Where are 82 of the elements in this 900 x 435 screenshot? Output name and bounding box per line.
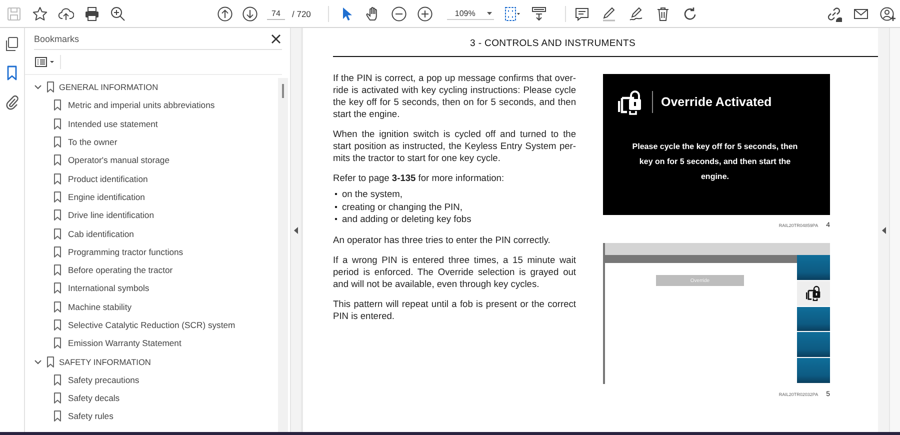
scroll-mode-icon[interactable] bbox=[531, 6, 548, 22]
page-fit-icon[interactable] bbox=[504, 6, 522, 22]
bookmark-icon bbox=[53, 337, 62, 350]
bookmark-icon bbox=[53, 154, 62, 166]
bookmark-icon bbox=[53, 136, 62, 148]
paragraph: This pattern will repeat until a fob is present or the correct PIN is entered. bbox=[333, 298, 576, 322]
paperclip-icon[interactable] bbox=[4, 94, 20, 110]
options-button[interactable] bbox=[35, 55, 61, 69]
cloud-upload-icon[interactable] bbox=[58, 6, 74, 22]
popup-title: Override Activated bbox=[661, 95, 772, 109]
bookmark-item[interactable]: Safety decals bbox=[68, 393, 120, 404]
close-button[interactable] bbox=[270, 32, 282, 44]
bookmark-item[interactable]: Safety precautions bbox=[68, 374, 140, 385]
trash-icon[interactable] bbox=[655, 6, 672, 22]
bookmark-icon bbox=[53, 410, 62, 422]
bookmark-icon bbox=[53, 228, 62, 240]
list-item: and adding or deleting key fobs bbox=[342, 213, 472, 226]
pen-icon[interactable] bbox=[601, 6, 618, 22]
paragraph: Refer to page 3-135 for more information: bbox=[333, 172, 506, 184]
popup-message: Please cycle the key off for 5 seconds, then key on for 5 seconds, and then start the engine. bbox=[632, 141, 798, 183]
bookmark-item[interactable]: To the owner bbox=[68, 137, 118, 148]
rotate-icon[interactable] bbox=[682, 6, 698, 22]
bookmark-icon bbox=[46, 356, 55, 368]
page-header: 3 - CONTROLS AND INSTRUMENTS bbox=[333, 38, 878, 57]
bookmark-item[interactable]: Operator's manual storage bbox=[68, 155, 170, 166]
page-total: / 720 bbox=[292, 8, 311, 18]
bookmark-icon bbox=[53, 99, 62, 112]
list-item: on the system, bbox=[342, 188, 402, 200]
scrollbar[interactable] bbox=[278, 78, 288, 432]
paragraph: An operator has three tries to enter the PIN correctly. bbox=[333, 234, 552, 246]
zoom-dropdown[interactable]: 109% bbox=[446, 8, 494, 20]
tractor-lock-icon bbox=[806, 285, 822, 302]
bookmark-icon bbox=[53, 172, 62, 185]
bookmark-item[interactable]: Engine identification bbox=[68, 192, 145, 202]
bookmark-icon bbox=[53, 392, 62, 404]
bookmark-icon bbox=[53, 374, 62, 386]
bookmark-item[interactable]: GENERAL INFORMATION bbox=[59, 82, 158, 92]
signature-icon[interactable] bbox=[628, 6, 644, 22]
bookmark-item[interactable]: Drive line identification bbox=[68, 210, 154, 220]
page-number-field[interactable]: 74 bbox=[267, 8, 285, 20]
bookmark-item[interactable]: International symbols bbox=[68, 283, 150, 294]
bookmark-icon bbox=[53, 300, 62, 313]
bookmark-item[interactable]: Machine stability bbox=[68, 302, 132, 312]
paragraph: If a wrong PIN is entered three times, a 15 minute wait period is enforced. The Override selection is grayed out and will not be available, even through key cycles. bbox=[333, 254, 576, 290]
zoom-in-icon[interactable] bbox=[416, 6, 433, 22]
zoom-out-icon[interactable] bbox=[390, 6, 407, 22]
collapse-arrow-icon[interactable] bbox=[294, 226, 298, 234]
collapse-arrow-icon[interactable] bbox=[882, 226, 886, 234]
bookmark-icon bbox=[53, 319, 62, 331]
tractor-lock-icon bbox=[618, 89, 644, 115]
chevron-down-icon[interactable] bbox=[34, 83, 42, 92]
share-link-icon[interactable] bbox=[826, 6, 842, 22]
comment-icon[interactable] bbox=[574, 6, 590, 22]
caret-icon[interactable] bbox=[487, 12, 492, 14]
bookmark-item[interactable]: Intended use statement bbox=[68, 118, 158, 129]
zoom-search-icon[interactable] bbox=[110, 6, 126, 22]
bookmark-icon bbox=[53, 246, 62, 258]
bookmark-item[interactable]: Selective Catalytic Reduction (SCR) system bbox=[68, 320, 236, 330]
bookmark-icon bbox=[53, 264, 62, 276]
bookmark-icon bbox=[53, 190, 62, 203]
paragraph: When the ignition switch is cycled off and turned to the start position as instructed, the Keyless Entry System per- mits the tractor to start for one key cycle. bbox=[333, 128, 576, 164]
paragraph: If the PIN is correct, a pop up message confirms that over- ride is activated with key cycling instructions: Please cycle the key off for 5 seconds, then on for 5 seconds, and then start the engine. bbox=[333, 72, 576, 120]
bookmark-icon bbox=[46, 81, 55, 94]
bookmark-icon bbox=[53, 118, 62, 130]
add-user-icon[interactable] bbox=[880, 6, 896, 22]
bookmark-item[interactable]: Metric and imperial units abbreviations bbox=[68, 100, 215, 110]
panel-title: Bookmarks bbox=[34, 34, 80, 44]
print-icon[interactable] bbox=[84, 6, 100, 22]
star-icon[interactable] bbox=[32, 6, 48, 22]
bookmark-icon bbox=[53, 209, 62, 222]
bookmark-item[interactable]: Safety rules bbox=[68, 411, 114, 422]
bookmark-item[interactable]: Cab identification bbox=[68, 228, 134, 239]
scrollbar[interactable] bbox=[889, 28, 900, 432]
bookmark-item[interactable]: Before operating the tractor bbox=[68, 265, 173, 276]
bookmark-item[interactable]: Product identification bbox=[68, 174, 148, 184]
bookmark-item[interactable]: SAFETY INFORMATION bbox=[59, 356, 151, 367]
chevron-down-icon[interactable] bbox=[34, 358, 42, 366]
list-item: creating or changing the PIN, bbox=[342, 200, 462, 213]
bookmark-item[interactable]: Programming tractor functions bbox=[68, 246, 184, 257]
pages-icon[interactable] bbox=[4, 36, 20, 52]
bookmark-icon bbox=[53, 282, 62, 294]
bookmark-item[interactable]: Emission Warranty Statement bbox=[68, 338, 182, 348]
